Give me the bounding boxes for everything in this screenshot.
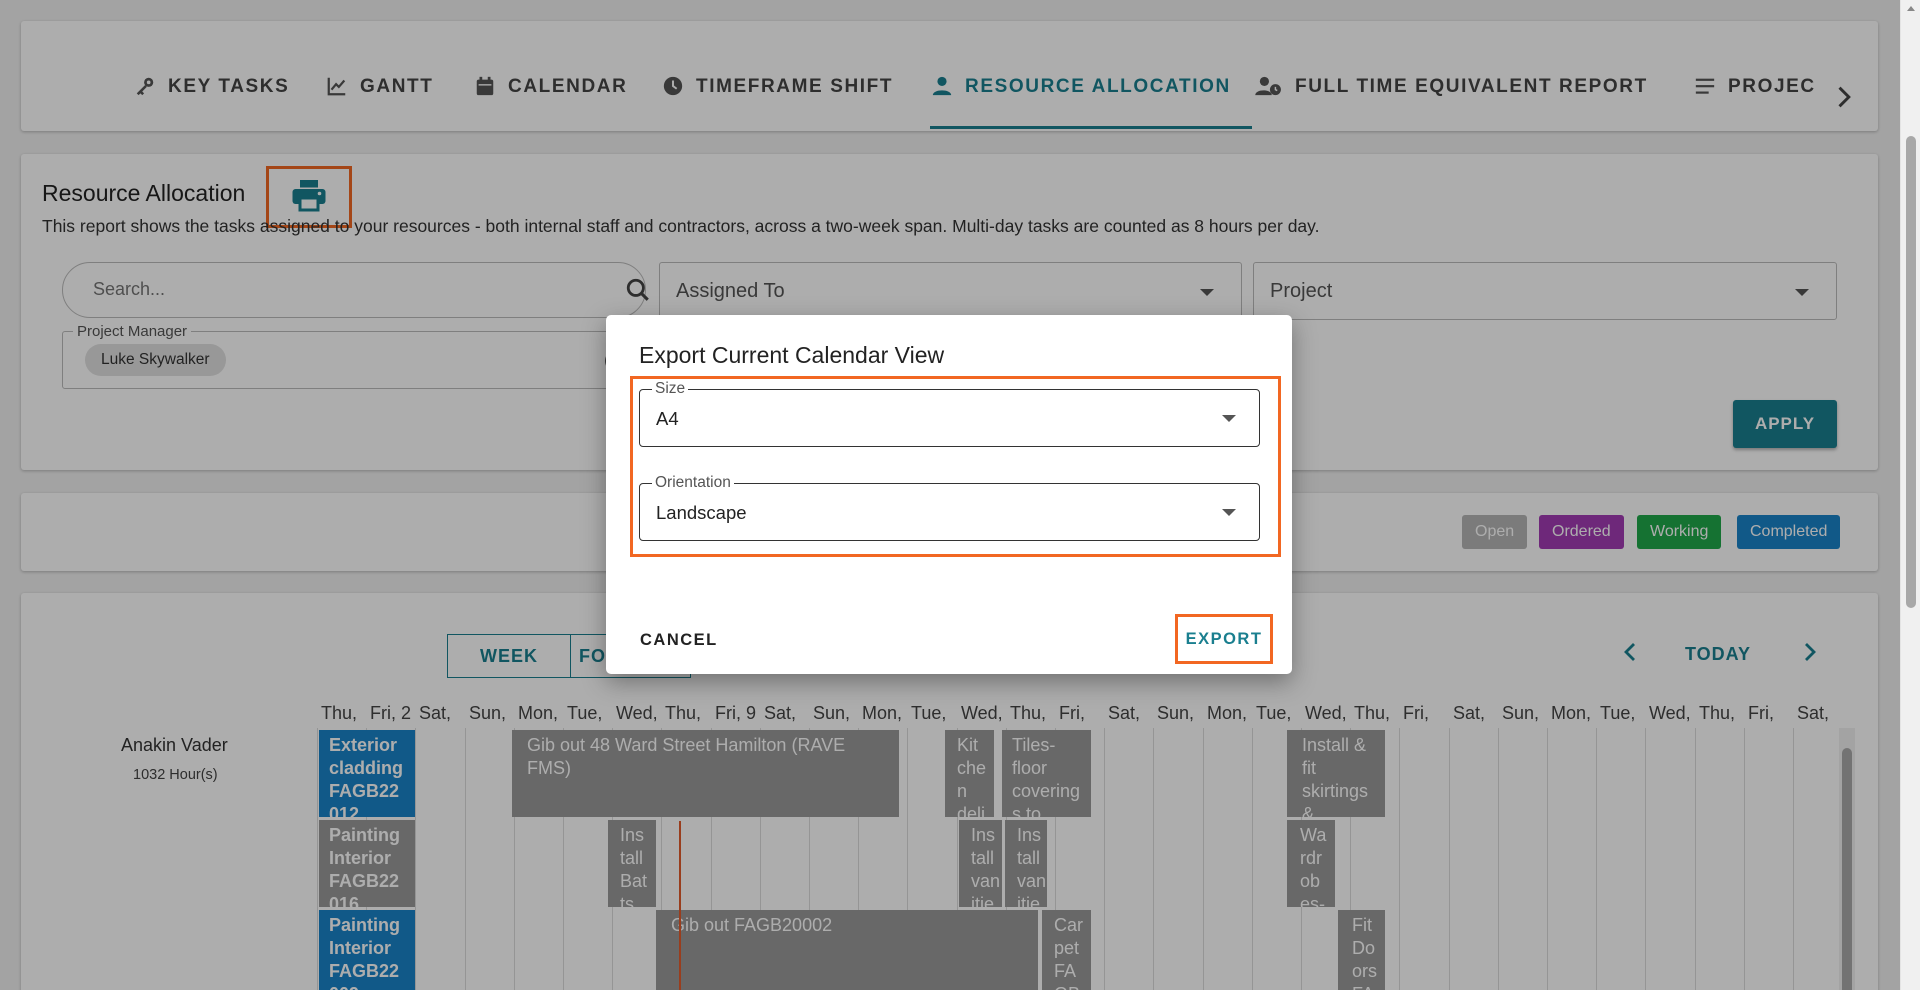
caret-down-icon xyxy=(1222,509,1236,516)
caret-down-icon xyxy=(1222,415,1236,422)
size-value: A4 xyxy=(656,408,679,429)
scroll-up-icon[interactable] xyxy=(1907,6,1915,11)
cancel-button[interactable]: CANCEL xyxy=(640,631,718,650)
orientation-select[interactable]: Orientation Landscape xyxy=(639,474,1260,541)
orientation-label: Orientation xyxy=(652,474,734,492)
size-select[interactable]: Size A4 xyxy=(639,380,1260,447)
size-label: Size xyxy=(652,380,689,398)
scrollbar-thumb[interactable] xyxy=(1906,136,1916,608)
export-button[interactable]: EXPORT xyxy=(1175,614,1273,664)
page-scrollbar[interactable] xyxy=(1900,0,1920,990)
dialog-title: Export Current Calendar View xyxy=(639,342,945,368)
orientation-value: Landscape xyxy=(656,502,747,523)
export-dialog: Export Current Calendar View Size A4 Ori… xyxy=(606,315,1292,674)
